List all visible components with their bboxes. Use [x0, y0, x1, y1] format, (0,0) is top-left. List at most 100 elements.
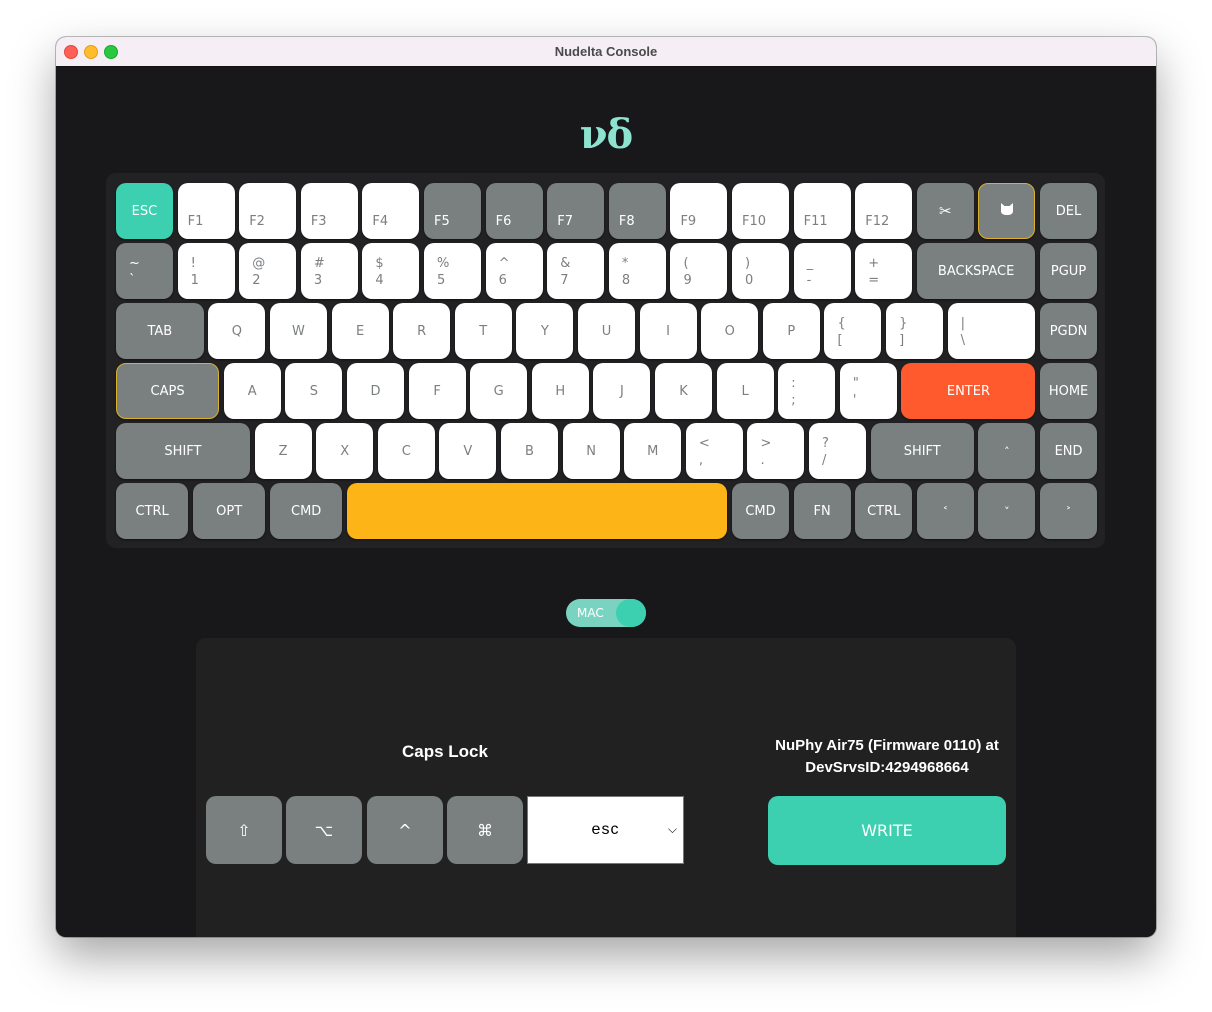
- key-f12[interactable]: F12: [855, 183, 913, 239]
- key-y[interactable]: Y: [516, 303, 574, 359]
- key-h[interactable]: H: [531, 363, 589, 419]
- key-shift-legend: }: [899, 316, 908, 331]
- key-equal[interactable]: + =: [855, 243, 913, 299]
- key-v[interactable]: V: [439, 423, 497, 479]
- key-1[interactable]: ! 1: [177, 243, 235, 299]
- key-a[interactable]: A: [223, 363, 281, 419]
- key-rctrl[interactable]: CTRL: [855, 483, 913, 539]
- key-slash[interactable]: ? /: [809, 423, 866, 479]
- title-bar: Nudelta Console: [56, 37, 1156, 67]
- key-grave[interactable]: ~ `: [116, 243, 173, 299]
- key-del[interactable]: DEL: [1040, 183, 1097, 239]
- key-f9[interactable]: F9: [670, 183, 728, 239]
- key-esc[interactable]: ESC: [116, 183, 173, 239]
- key-i[interactable]: I: [639, 303, 697, 359]
- write-button[interactable]: WRITE: [768, 796, 1006, 865]
- key-5[interactable]: % 5: [424, 243, 481, 299]
- key-down[interactable]: ˅: [978, 483, 1036, 539]
- key-o[interactable]: O: [701, 303, 759, 359]
- key-f7[interactable]: F7: [547, 183, 605, 239]
- key-minus[interactable]: _ -: [793, 243, 851, 299]
- key-shift-legend: >: [760, 436, 772, 451]
- key-b[interactable]: B: [501, 423, 558, 479]
- key-end[interactable]: END: [1040, 423, 1097, 479]
- key-s[interactable]: S: [285, 363, 343, 419]
- key-f5[interactable]: F5: [424, 183, 481, 239]
- os-mode-toggle[interactable]: MAC: [566, 599, 646, 627]
- control-modifier-button[interactable]: ^: [367, 796, 443, 864]
- key-f11[interactable]: F11: [793, 183, 851, 239]
- key-lbracket[interactable]: {[: [824, 303, 882, 359]
- key-f[interactable]: F: [408, 363, 466, 419]
- key-pgup[interactable]: PGUP: [1040, 243, 1097, 299]
- key-rshift[interactable]: SHIFT: [870, 423, 974, 479]
- option-modifier-button[interactable]: ⌥: [286, 796, 362, 864]
- key-q[interactable]: Q: [208, 303, 266, 359]
- key-semicolon[interactable]: :;: [778, 363, 836, 419]
- key-f8[interactable]: F8: [608, 183, 666, 239]
- key-mapping-select[interactable]: esc ⌵: [527, 796, 684, 864]
- key-2[interactable]: @2: [239, 243, 297, 299]
- key-n[interactable]: N: [562, 423, 620, 479]
- key-f2[interactable]: F2: [239, 183, 297, 239]
- key-label: N: [586, 443, 596, 459]
- key-m[interactable]: M: [624, 423, 682, 479]
- key-f4[interactable]: F4: [362, 183, 420, 239]
- key-f3[interactable]: F3: [300, 183, 358, 239]
- command-modifier-button[interactable]: ⌘: [447, 796, 523, 864]
- key-backslash[interactable]: | \: [947, 303, 1036, 359]
- key-x[interactable]: X: [316, 423, 374, 479]
- key-w[interactable]: W: [270, 303, 327, 359]
- key-8[interactable]: * 8: [608, 243, 666, 299]
- key-z[interactable]: Z: [254, 423, 312, 479]
- key-d[interactable]: D: [347, 363, 404, 419]
- key-backspace[interactable]: BACKSPACE: [916, 243, 1036, 299]
- key-screenshot[interactable]: ✂: [916, 183, 974, 239]
- key-u[interactable]: U: [578, 303, 635, 359]
- key-7[interactable]: & 7: [547, 243, 605, 299]
- key-lcmd[interactable]: CMD: [270, 483, 343, 539]
- key-period[interactable]: >.: [747, 423, 805, 479]
- key-right[interactable]: ˃: [1040, 483, 1097, 539]
- key-pgdn[interactable]: PGDN: [1040, 303, 1097, 359]
- key-l[interactable]: L: [716, 363, 774, 419]
- key-base-legend: ]: [899, 333, 905, 348]
- key-g[interactable]: G: [470, 363, 528, 419]
- key-j[interactable]: J: [593, 363, 651, 419]
- key-3[interactable]: #3: [300, 243, 358, 299]
- key-tab[interactable]: TAB: [116, 303, 204, 359]
- key-lopt[interactable]: OPT: [193, 483, 266, 539]
- key-caps[interactable]: CAPS: [116, 363, 220, 419]
- key-rbracket[interactable]: }]: [886, 303, 943, 359]
- cat-icon: [1000, 202, 1014, 220]
- key-4[interactable]: $4: [362, 243, 420, 299]
- key-label: M: [647, 443, 659, 459]
- key-k[interactable]: K: [655, 363, 712, 419]
- key-siri[interactable]: [978, 183, 1036, 239]
- key-fn[interactable]: FN: [793, 483, 851, 539]
- key-enter[interactable]: ENTER: [901, 363, 1036, 419]
- key-left[interactable]: ˂: [916, 483, 974, 539]
- key-f1[interactable]: F1: [177, 183, 235, 239]
- shift-modifier-button[interactable]: ⇧: [206, 796, 282, 864]
- key-0[interactable]: ) 0: [732, 243, 789, 299]
- key-comma[interactable]: <,: [685, 423, 743, 479]
- key-space[interactable]: [347, 483, 728, 539]
- key-label: FN: [813, 503, 831, 519]
- key-p[interactable]: P: [762, 303, 820, 359]
- key-lctrl[interactable]: CTRL: [116, 483, 189, 539]
- key-c[interactable]: C: [377, 423, 435, 479]
- key-quote[interactable]: " ': [839, 363, 897, 419]
- key-f6[interactable]: F6: [485, 183, 543, 239]
- key-home[interactable]: HOME: [1040, 363, 1097, 419]
- key-e[interactable]: E: [331, 303, 389, 359]
- key-t[interactable]: T: [454, 303, 512, 359]
- key-9[interactable]: (9: [670, 243, 728, 299]
- key-up[interactable]: ˄: [978, 423, 1036, 479]
- key-lshift[interactable]: SHIFT: [116, 423, 250, 479]
- key-r[interactable]: R: [393, 303, 451, 359]
- key-rcmd[interactable]: CMD: [732, 483, 789, 539]
- device-info-line1: NuPhy Air75 (Firmware 0110) at: [775, 737, 999, 754]
- key-f10[interactable]: F10: [732, 183, 789, 239]
- key-6[interactable]: ^ 6: [485, 243, 543, 299]
